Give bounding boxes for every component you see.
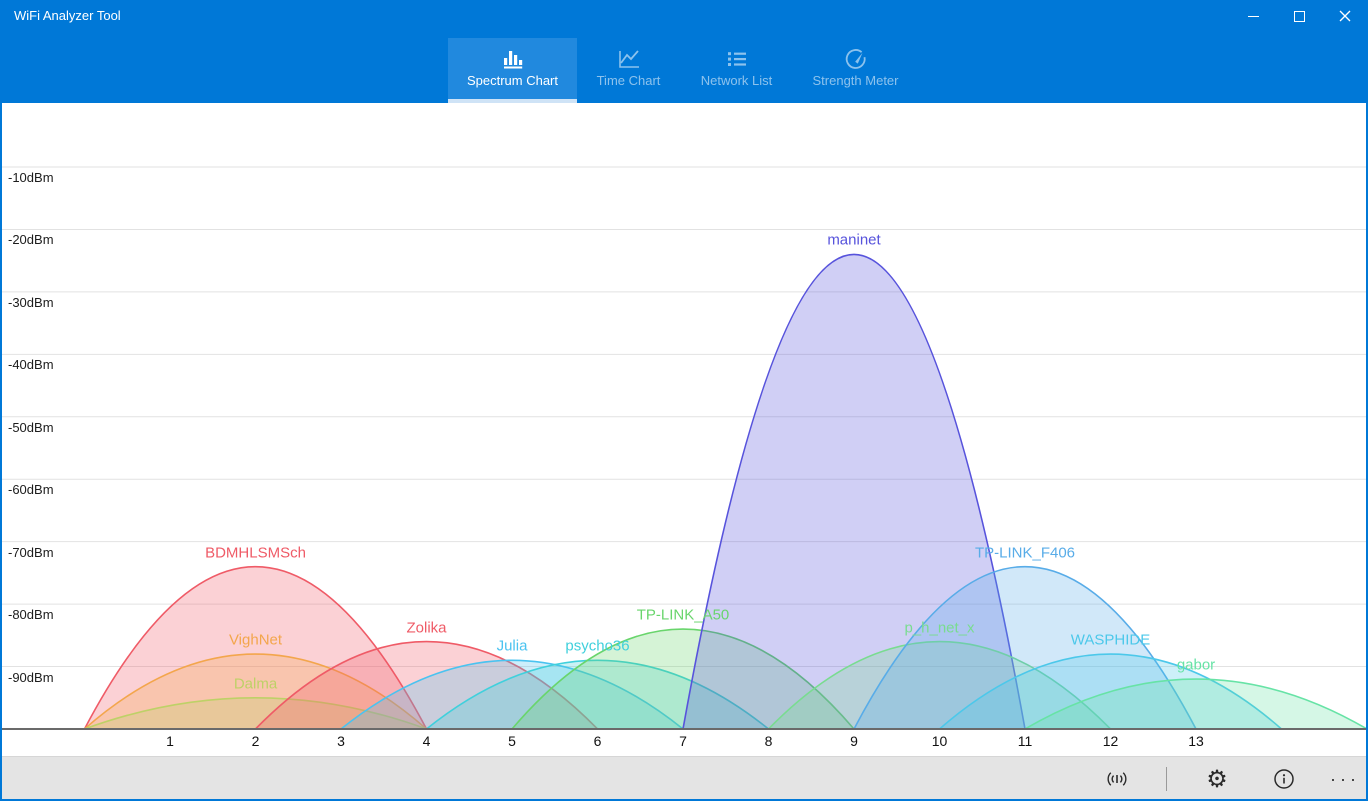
channel-tick-label: 6 xyxy=(583,733,613,749)
y-axis-tick-label: -50dBm xyxy=(8,420,54,435)
tab-time-chart[interactable]: Time Chart xyxy=(577,38,680,99)
network-label: Julia xyxy=(497,638,528,655)
channel-tick-label: 12 xyxy=(1096,733,1126,749)
y-axis-tick-label: -80dBm xyxy=(8,607,54,622)
tab-bar: Spectrum Chart Time Chart xyxy=(448,38,918,99)
bottom-command-bar: ⚙ ··· xyxy=(0,756,1368,801)
maximize-icon xyxy=(1294,11,1305,22)
channel-tick-label: 13 xyxy=(1181,733,1211,749)
network-label: VighNet xyxy=(229,632,282,649)
tab-label: Strength Meter xyxy=(813,73,899,88)
channel-tick-label: 10 xyxy=(925,733,955,749)
tab-spectrum-chart[interactable]: Spectrum Chart xyxy=(448,38,577,99)
title-bar: WiFi Analyzer Tool Spectrum Chart xyxy=(0,0,1368,103)
close-button[interactable] xyxy=(1322,0,1368,32)
channel-tick-label: 8 xyxy=(754,733,784,749)
network-label: WASPHIDE xyxy=(1071,632,1150,649)
settings-gear-icon: ⚙ xyxy=(1206,767,1228,791)
window-title: WiFi Analyzer Tool xyxy=(14,8,121,23)
tab-label: Spectrum Chart xyxy=(467,73,558,88)
tab-strength-meter[interactable]: Strength Meter xyxy=(793,38,918,99)
spectrum-chart: -10dBm -20dBm -30dBm -40dBm -50dBm -60dBm -70d… xyxy=(0,103,1368,756)
network-label: gabor xyxy=(1177,657,1215,674)
broadcast-icon xyxy=(1104,766,1130,792)
minimize-button[interactable] xyxy=(1230,0,1276,32)
network-label: maninet xyxy=(827,232,880,249)
channel-tick-label: 4 xyxy=(412,733,442,749)
spectrum-chart-canvas xyxy=(0,103,1368,756)
wifi-analyzer-window: { "window": { "title": "WiFi Analyzer To… xyxy=(0,0,1368,801)
settings-button[interactable]: ⚙ xyxy=(1197,761,1237,797)
channel-tick-label: 1 xyxy=(155,733,185,749)
maximize-button[interactable] xyxy=(1276,0,1322,32)
list-icon xyxy=(724,47,750,71)
channel-tick-label: 3 xyxy=(326,733,356,749)
close-icon xyxy=(1339,10,1351,22)
toolbar-divider xyxy=(1166,767,1167,791)
window-frame-left xyxy=(0,0,2,801)
y-axis-tick-label: -60dBm xyxy=(8,482,54,497)
network-label: TP-LINK_A50 xyxy=(637,607,730,624)
y-axis-tick-label: -70dBm xyxy=(8,545,54,560)
y-axis-tick-label: -30dBm xyxy=(8,295,54,310)
info-icon xyxy=(1271,766,1297,792)
tab-network-list[interactable]: Network List xyxy=(680,38,793,99)
y-axis-tick-label: -40dBm xyxy=(8,357,54,372)
info-button[interactable] xyxy=(1264,761,1304,797)
window-controls xyxy=(1230,0,1368,32)
y-axis-tick-label: -90dBm xyxy=(8,670,54,685)
more-button[interactable]: ··· xyxy=(1325,761,1365,797)
broadcast-button[interactable] xyxy=(1097,761,1137,797)
network-label: BDMHLSMSch xyxy=(205,544,306,561)
tab-label: Network List xyxy=(701,73,773,88)
gauge-icon xyxy=(843,47,869,71)
channel-tick-label: 7 xyxy=(668,733,698,749)
tab-label: Time Chart xyxy=(597,73,661,88)
line-chart-icon xyxy=(616,47,642,71)
y-axis-tick-label: -10dBm xyxy=(8,170,54,185)
channel-tick-label: 11 xyxy=(1010,733,1040,749)
network-label: psycho36 xyxy=(565,638,629,655)
network-label: Zolika xyxy=(406,619,446,636)
y-axis-tick-label: -20dBm xyxy=(8,232,54,247)
more-ellipsis-icon: ··· xyxy=(1330,769,1360,790)
bar-chart-icon xyxy=(500,47,526,71)
channel-tick-label: 2 xyxy=(241,733,271,749)
network-label: TP-LINK_F406 xyxy=(975,544,1075,561)
channel-tick-label: 9 xyxy=(839,733,869,749)
minimize-icon xyxy=(1248,16,1259,17)
x-axis-line xyxy=(0,728,1368,730)
network-label: Dalma xyxy=(234,675,277,692)
channel-tick-label: 5 xyxy=(497,733,527,749)
network-label: p_h_net_x xyxy=(904,619,974,636)
